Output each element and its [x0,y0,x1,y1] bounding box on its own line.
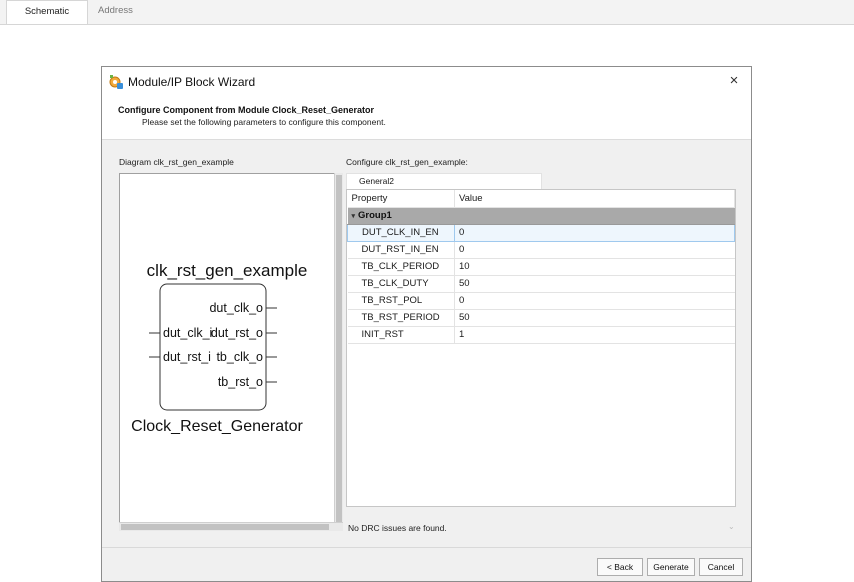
cancel-button[interactable]: Cancel [699,558,743,576]
property-value[interactable]: 0 [454,241,735,259]
table-row[interactable]: TB_RST_POL 0 [347,292,735,310]
group-row[interactable]: ▾ Group1 [347,207,735,225]
property-value[interactable]: 50 [454,275,735,293]
property-name: TB_CLK_PERIOD [347,258,455,276]
property-table: Property Value ▾ Group1 DUT_CLK_IN_EN 0 D… [347,190,735,344]
dialog-header: Configure Component from Module Clock_Re… [102,97,751,140]
port-tb-clk-o: tb_clk_o [216,350,263,364]
module-ip-block-wizard-dialog: Module/IP Block Wizard × Configure Compo… [101,66,752,582]
header-subtitle: Please set the following parameters to c… [142,117,386,127]
close-icon[interactable]: × [725,72,743,90]
schematic-diagram: clk_rst_gen_example dut_clk_o dut_rst_o … [131,261,308,435]
header-title: Configure Component from Module Clock_Re… [118,105,375,115]
drc-status: No DRC issues are found. [348,523,447,533]
top-tab-strip: Schematic Address [0,0,854,25]
property-name: DUT_RST_IN_EN [347,241,455,259]
diagram-module-name: Clock_Reset_Generator [131,418,303,435]
diagram-horizontal-scroll-thumb[interactable] [121,524,329,530]
property-value[interactable]: 1 [454,326,735,344]
column-header-value[interactable]: Value [454,190,735,208]
table-row[interactable]: INIT_RST 1 [347,326,735,344]
property-name: DUT_CLK_IN_EN [347,223,455,242]
property-name: TB_CLK_DUTY [347,275,455,293]
generate-button[interactable]: Generate [647,558,695,576]
property-value[interactable]: 50 [454,309,735,327]
port-dut-clk-o: dut_clk_o [209,301,263,315]
dialog-title: Module/IP Block Wizard [128,75,256,89]
back-button[interactable]: < Back [597,558,643,576]
diagram-horizontal-scrollbar[interactable] [119,522,343,531]
dialog-titlebar: Module/IP Block Wizard × [102,67,751,97]
table-row[interactable]: TB_CLK_PERIOD 10 [347,258,735,276]
configure-label: Configure clk_rst_gen_example: [346,157,468,167]
table-row[interactable]: DUT_RST_IN_EN 0 [347,241,735,259]
property-name: TB_RST_PERIOD [347,309,455,327]
diagram-vertical-scrollbar[interactable] [334,173,343,531]
property-name: TB_RST_POL [347,292,455,310]
property-table-header: Property Value [347,190,735,208]
tab-general2[interactable]: General2 [346,173,542,189]
table-row[interactable]: DUT_CLK_IN_EN 0 [347,223,735,242]
column-header-property[interactable]: Property [347,190,455,208]
port-tb-rst-o: tb_rst_o [218,375,263,389]
footer-divider [102,547,751,548]
property-name: INIT_RST [347,326,455,344]
port-dut-rst-i: dut_rst_i [163,350,211,364]
property-value[interactable]: 10 [454,258,735,276]
port-dut-rst-o: dut_rst_o [211,326,263,340]
diagram-vertical-scroll-thumb[interactable] [336,175,342,527]
tab-schematic[interactable]: Schematic [6,0,88,24]
diagram-label: Diagram clk_rst_gen_example [119,157,234,167]
group-label: Group1 [358,210,392,221]
gear-wizard-icon [108,74,124,90]
diagram-instance-name: clk_rst_gen_example [147,261,308,280]
chevron-down-icon[interactable]: ⌄ [728,522,735,531]
table-row[interactable]: TB_RST_PERIOD 50 [347,309,735,327]
group-header[interactable]: ▾ Group1 [347,207,735,225]
tab-address[interactable]: Address [86,0,145,24]
property-grid: Property Value ▾ Group1 DUT_CLK_IN_EN 0 D… [346,189,736,507]
caret-down-icon[interactable]: ▾ [352,213,356,220]
table-row[interactable]: TB_CLK_DUTY 50 [347,275,735,293]
property-value[interactable]: 0 [454,292,735,310]
port-dut-clk-i: dut_clk_i [163,326,212,340]
property-value[interactable]: 0 [454,223,735,242]
